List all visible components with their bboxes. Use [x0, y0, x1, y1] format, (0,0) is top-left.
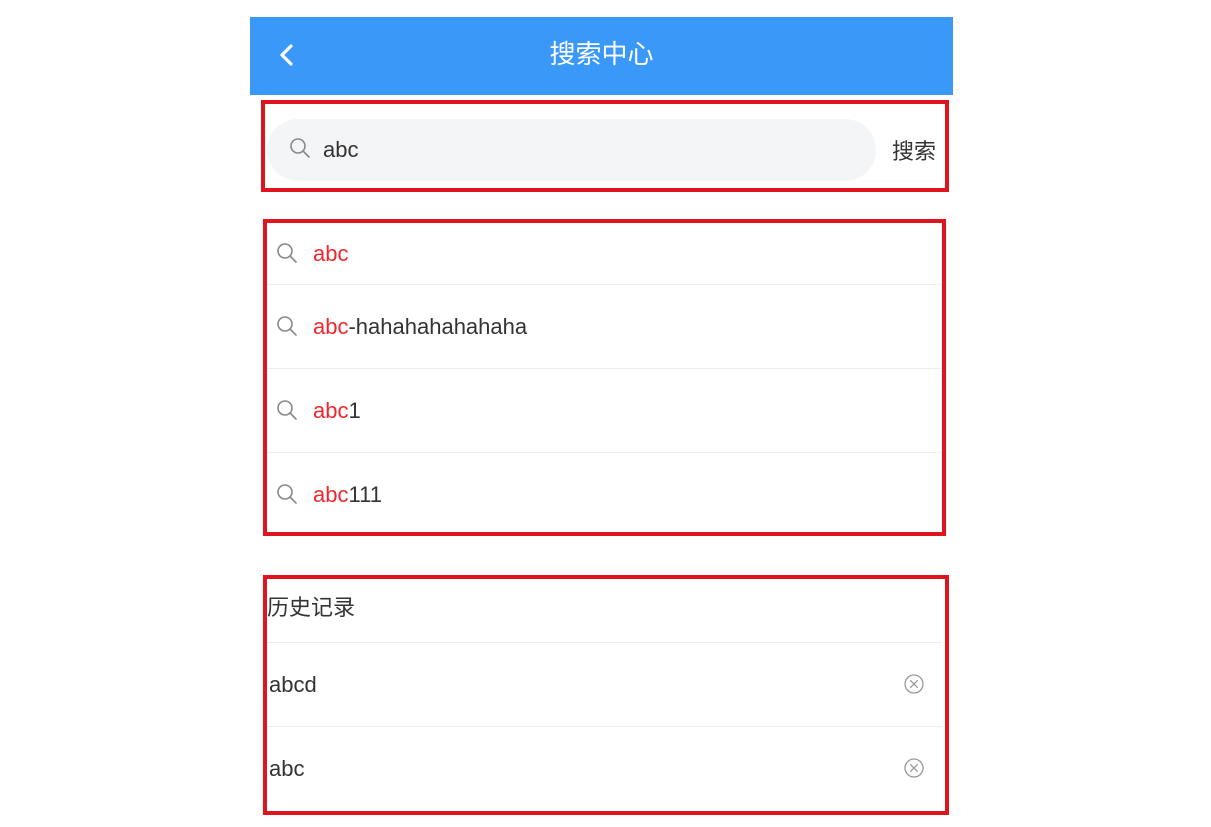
- page-title: 搜索中心: [549, 39, 654, 69]
- annotation-box-suggestions: [263, 219, 946, 536]
- annotation-box-history: [263, 575, 949, 815]
- top-nav-bar: 搜索中心: [250, 17, 953, 95]
- search-center-page: 搜索中心 搜索 abc abc-hahahahahahaha: [250, 0, 953, 827]
- annotation-box-search: [261, 100, 949, 192]
